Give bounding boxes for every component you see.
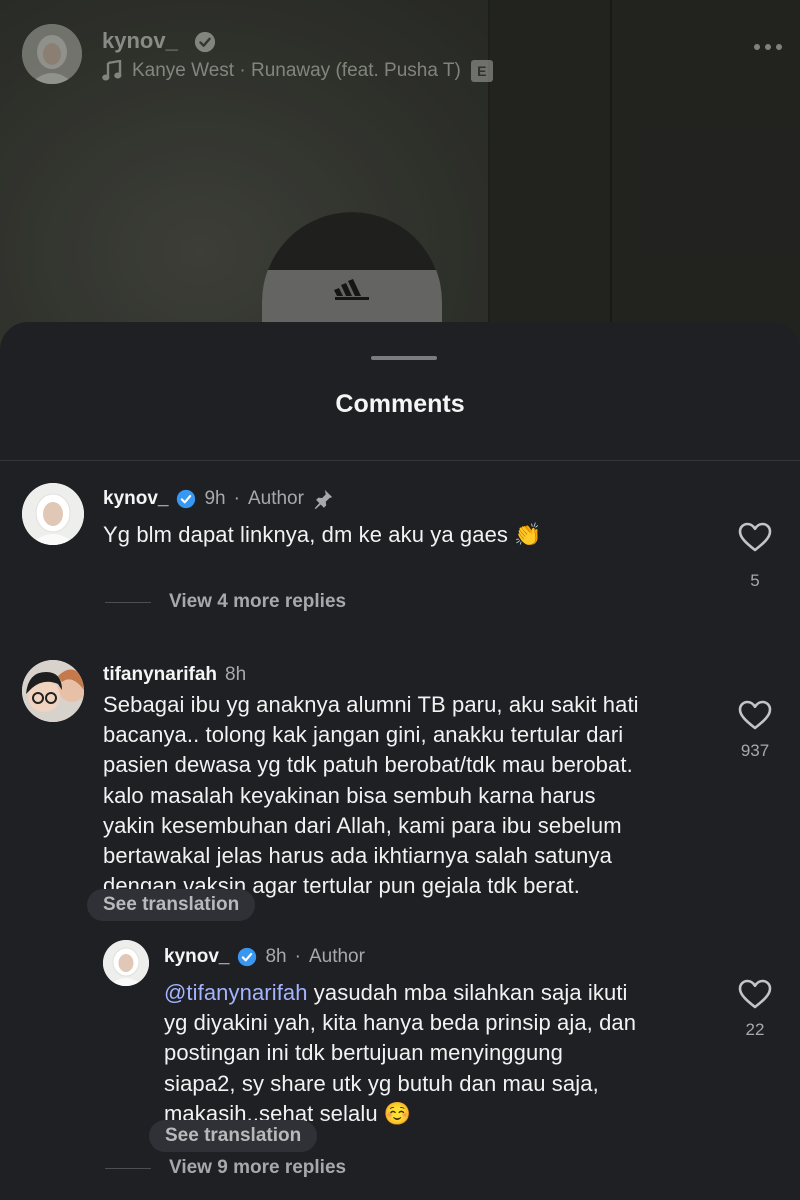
avatar[interactable] xyxy=(22,660,84,722)
more-options-icon[interactable] xyxy=(754,44,782,50)
sheet-drag-handle[interactable] xyxy=(371,356,437,360)
sheet-divider xyxy=(0,460,800,461)
like-button[interactable]: 937 xyxy=(735,700,775,761)
comment-text: Sebagai ibu yg anaknya alumni TB paru, a… xyxy=(103,692,639,899)
comment-meta: kynov_ 9h · Author xyxy=(103,488,334,510)
post-username[interactable]: kynov_ xyxy=(102,28,178,54)
reply-username[interactable]: kynov_ xyxy=(164,946,229,968)
like-count: 22 xyxy=(745,1020,765,1039)
view-replies-label: View 4 more replies xyxy=(169,591,347,612)
see-translation-button[interactable]: See translation xyxy=(149,1120,318,1152)
view-replies-label: View 9 more replies xyxy=(169,1157,347,1178)
author-label: Author xyxy=(308,946,365,967)
reply-text: @tifanynarifah yasudah mba silahkan saja… xyxy=(164,980,637,1126)
reply-time: 8h xyxy=(265,946,287,967)
post-author-avatar[interactable] xyxy=(22,24,82,84)
pin-icon xyxy=(314,489,333,510)
avatar[interactable] xyxy=(22,483,84,545)
separator-dot: · xyxy=(233,488,240,509)
heart-icon xyxy=(738,522,772,552)
heart-icon xyxy=(738,700,772,730)
reply-meta: kynov_ 8h · Author xyxy=(164,946,365,968)
like-count: 937 xyxy=(740,741,770,760)
separator-dot: · xyxy=(294,946,301,967)
comment-text: Yg blm dapat linknya, dm ke aku ya gaes … xyxy=(103,522,542,547)
comment-time: 9h xyxy=(204,488,226,509)
comment-meta: tifanynarifah 8h xyxy=(103,664,246,686)
music-note-icon xyxy=(102,60,122,81)
post-music-info[interactable]: Kanye West · Runaway (feat. Pusha T) E xyxy=(102,60,493,82)
comment-username[interactable]: tifanynarifah xyxy=(103,664,217,686)
comment-time: 8h xyxy=(225,664,247,685)
verified-badge-icon xyxy=(177,489,196,509)
verified-badge-icon xyxy=(238,947,257,967)
author-label: Author xyxy=(247,488,304,509)
mention-link[interactable]: @tifanynarifah xyxy=(164,980,308,1005)
verified-badge-icon xyxy=(194,31,216,53)
view-replies-link[interactable]: View 9 more replies xyxy=(105,1157,346,1179)
comment-username[interactable]: kynov_ xyxy=(103,488,168,510)
like-count: 5 xyxy=(750,571,760,590)
see-translation-button[interactable]: See translation xyxy=(87,889,256,921)
comments-sheet: Comments kynov_ 9h · Author Yg blm dapat… xyxy=(0,322,800,1200)
avatar[interactable] xyxy=(103,940,149,986)
post-header: kynov_ Kanye West · Runaway (feat. Pusha… xyxy=(22,22,782,86)
heart-icon xyxy=(738,979,772,1009)
like-button[interactable]: 22 xyxy=(735,979,775,1040)
view-replies-link[interactable]: View 4 more replies xyxy=(105,591,346,613)
music-track-title: Kanye West · Runaway (feat. Pusha T) xyxy=(132,60,461,81)
like-button[interactable]: 5 xyxy=(735,522,775,591)
sheet-title: Comments xyxy=(335,390,465,418)
explicit-badge: E xyxy=(470,60,493,82)
